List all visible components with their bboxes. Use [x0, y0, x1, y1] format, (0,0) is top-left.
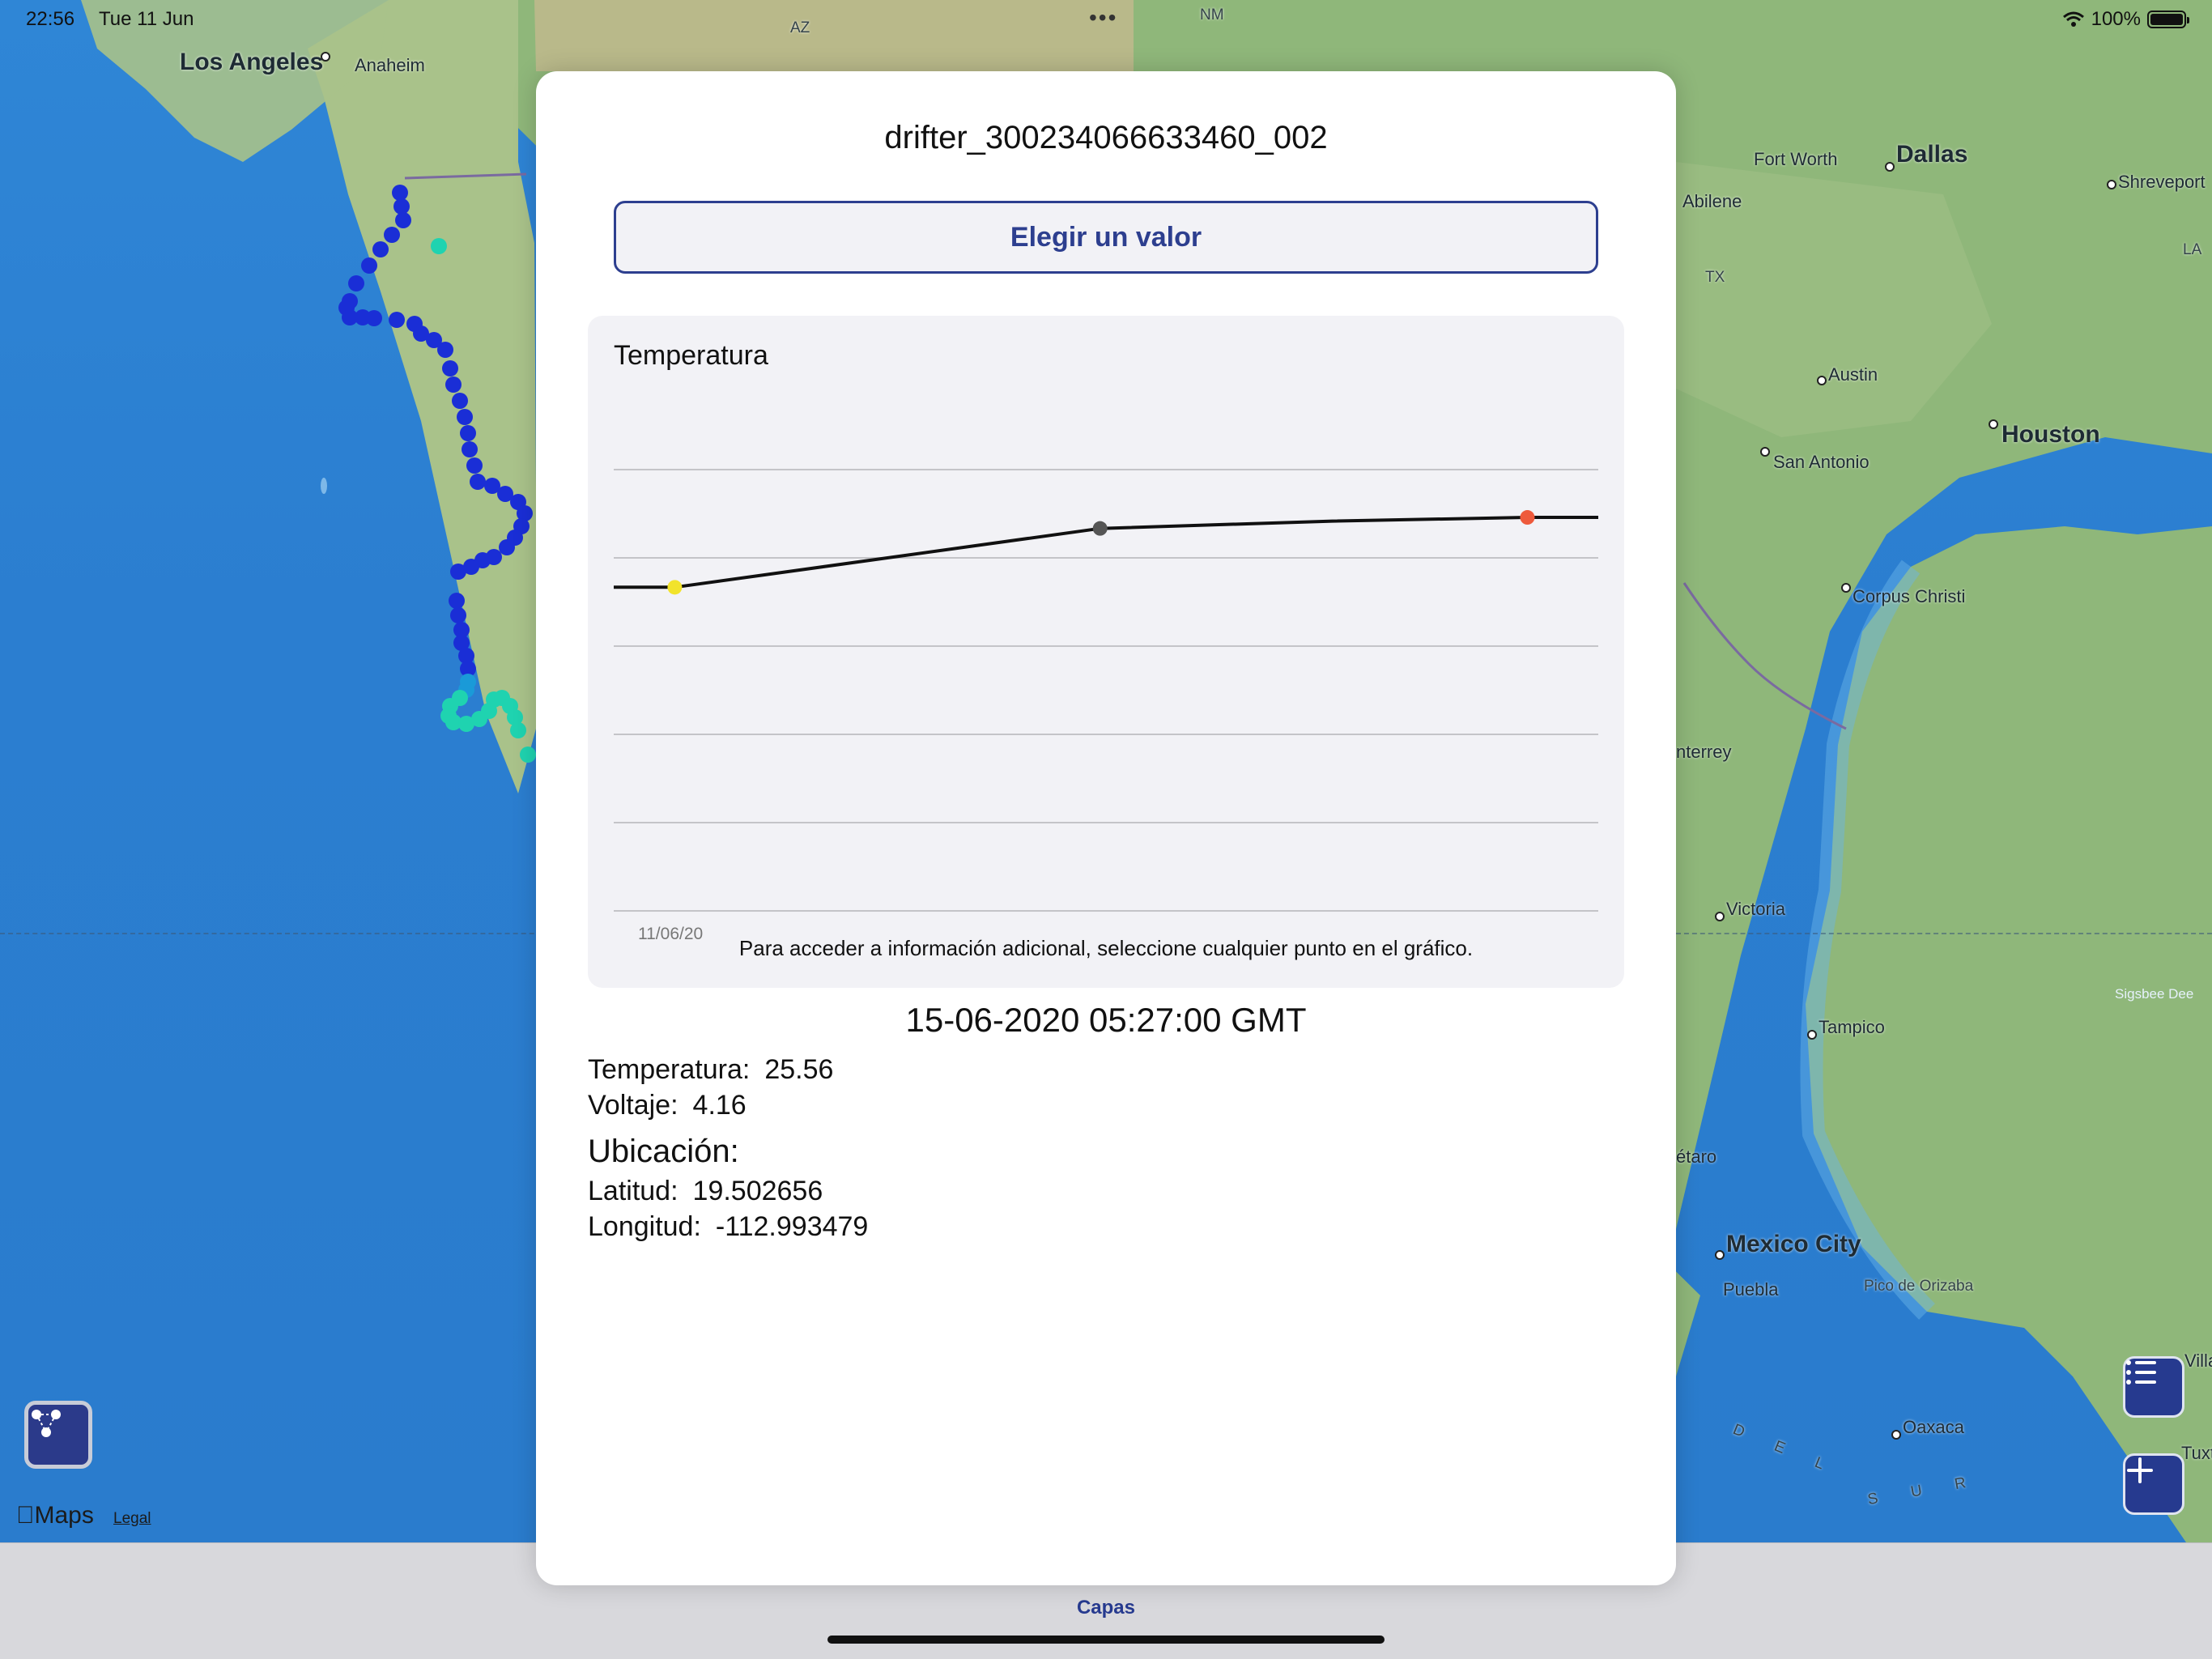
voltage-value: 4.16 — [692, 1090, 747, 1121]
map-label-la: LA — [2183, 241, 2202, 258]
status-bar: 22:56 Tue 11 Jun ••• 100% — [0, 0, 2212, 39]
maps-attribution-logo: Maps — [16, 1502, 94, 1529]
map-label-dallas: Dallas — [1896, 141, 1968, 168]
multitask-dots[interactable]: ••• — [1089, 5, 1117, 31]
value-picker-button[interactable]: Elegir un valor — [614, 201, 1598, 274]
route-nodes-icon — [32, 1410, 61, 1437]
map-label-tx: TX — [1705, 269, 1725, 286]
value-picker-label: Elegir un valor — [1010, 221, 1202, 253]
map-label-los-angeles: Los Angeles — [180, 49, 324, 75]
temperature-chart[interactable]: 11/06/20 — [588, 316, 1624, 988]
map-label-tampico: Tampico — [1819, 1017, 1885, 1037]
location-heading: Ubicación: — [588, 1134, 739, 1169]
map-label-pico-orizaba: Pico de Orizaba — [1864, 1278, 1974, 1295]
voltage-row: Voltaje: 4.16 — [588, 1090, 747, 1121]
drifter-detail-sheet: drifter_300234066633460_002 Elegir un va… — [536, 71, 1676, 1585]
longitude-label: Longitud: — [588, 1211, 701, 1242]
map-label-san-antonio: San Antonio — [1773, 452, 1870, 472]
latitude-value: 19.502656 — [692, 1176, 823, 1206]
voltage-label: Voltaje: — [588, 1090, 678, 1121]
status-time: 22:56 — [26, 8, 75, 30]
city-marker — [1715, 1250, 1725, 1260]
tab-capas-label: Capas — [1076, 1597, 1136, 1619]
selected-datetime: 15-06-2020 05:27:00 GMT — [905, 1001, 1307, 1039]
tropic-line — [1676, 933, 2212, 934]
city-marker — [1715, 912, 1725, 921]
longitude-value: -112.993479 — [715, 1211, 869, 1242]
chart-card: Temperatura 11/06/20 Para acceder a info… — [588, 316, 1624, 988]
city-marker — [1807, 1030, 1817, 1040]
map-label-abilene: Abilene — [1682, 191, 1742, 211]
city-marker — [1760, 447, 1770, 457]
legal-link[interactable]: Legal — [113, 1510, 151, 1528]
list-button[interactable] — [2123, 1356, 2184, 1418]
city-marker — [321, 52, 330, 62]
map-label-villa: Villa — [2184, 1351, 2212, 1371]
city-marker — [1817, 376, 1827, 385]
status-right: 100% — [2062, 8, 2189, 31]
latitude-label: Latitud: — [588, 1176, 678, 1206]
sheet-title: drifter_300234066633460_002 — [884, 120, 1328, 155]
apple-logo-icon:  — [16, 1502, 35, 1529]
map-label-tuxtla: Tuxtla — [2181, 1443, 2212, 1463]
map-label-puebla: Puebla — [1723, 1279, 1779, 1300]
map-label-queretaro: étaro — [1676, 1146, 1717, 1167]
map-label-houston: Houston — [2001, 421, 2100, 448]
map-label-corpus-christi: Corpus Christi — [1853, 586, 1966, 606]
city-marker — [1891, 1430, 1901, 1440]
map-label-anaheim: Anaheim — [355, 55, 425, 75]
map-label-oaxaca: Oaxaca — [1903, 1417, 1964, 1437]
city-marker — [1885, 162, 1895, 172]
route-tool-button[interactable] — [24, 1401, 92, 1469]
tropic-line — [0, 933, 567, 934]
latitude-row: Latitud: 19.502656 — [588, 1176, 823, 1207]
map-label-victoria: Victoria — [1726, 899, 1785, 919]
map-label-monterrey: nterrey — [1676, 742, 1732, 762]
city-marker — [1841, 583, 1851, 593]
longitude-row: Longitud: -112.993479 — [588, 1211, 868, 1243]
city-marker — [2107, 180, 2116, 189]
battery-icon — [2147, 11, 2189, 28]
map-label-fort-worth: Fort Worth — [1754, 149, 1838, 169]
status-date: Tue 11 Jun — [99, 8, 194, 30]
add-button[interactable] — [2123, 1453, 2184, 1515]
maps-logo-text: Maps — [16, 1502, 94, 1529]
plus-icon — [2127, 1457, 2153, 1483]
wifi-icon — [2062, 11, 2084, 27]
tab-capas[interactable]: Capas — [1069, 1597, 1143, 1619]
map-label-sigsbee: Sigsbee Dee — [2115, 986, 2194, 1002]
chart-hint: Para acceder a información adicional, se… — [738, 936, 1474, 960]
chart-data-point[interactable] — [1092, 521, 1108, 536]
map-label-mexico-city: Mexico City — [1726, 1231, 1861, 1257]
list-icon — [2126, 1360, 2156, 1385]
temperature-label: Temperatura: — [588, 1054, 751, 1085]
home-indicator[interactable] — [827, 1636, 1385, 1644]
battery-percent: 100% — [2091, 8, 2141, 30]
temperature-value: 25.56 — [764, 1054, 834, 1085]
map-label-shreveport: Shreveport — [2118, 172, 2206, 192]
city-marker — [1989, 419, 1998, 429]
map-label-austin: Austin — [1828, 364, 1878, 385]
temperature-row: Temperatura: 25.56 — [588, 1054, 833, 1086]
chart-data-point[interactable] — [667, 580, 683, 595]
chart-data-point[interactable] — [1520, 510, 1535, 525]
